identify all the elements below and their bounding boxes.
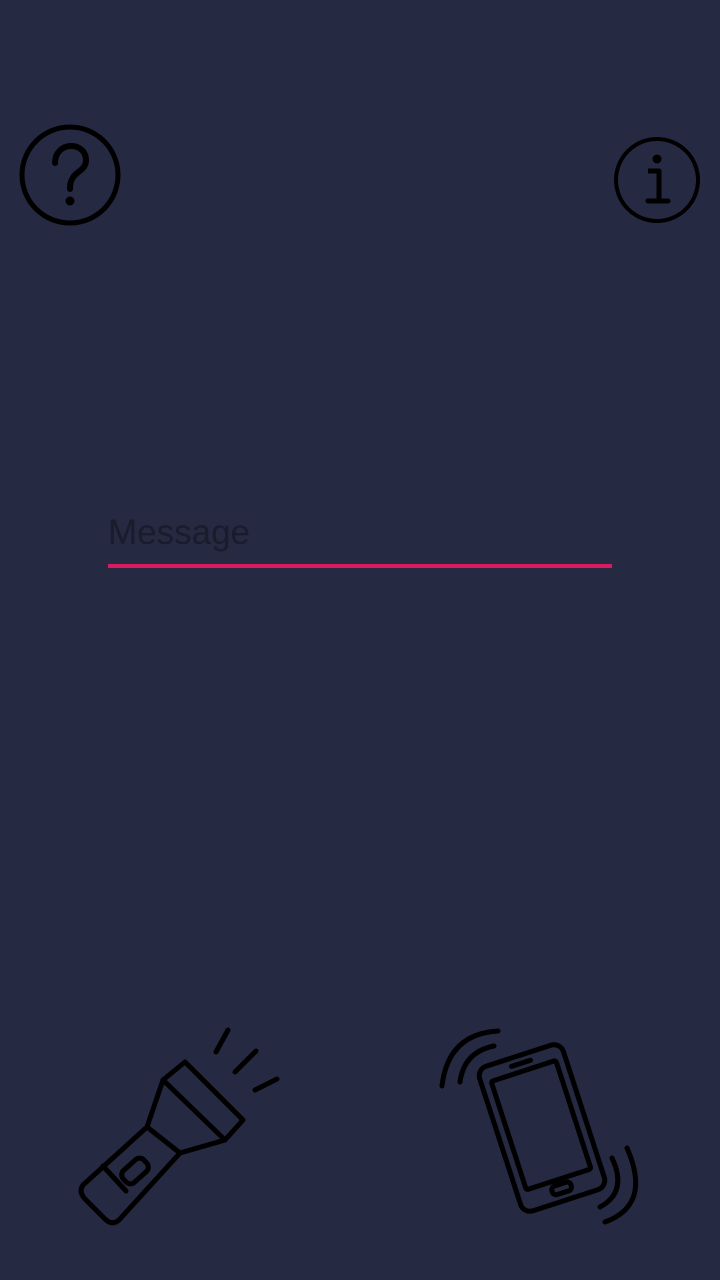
- message-input[interactable]: [108, 512, 612, 568]
- info-circle-icon: [614, 137, 700, 223]
- flashlight-icon: [78, 1027, 280, 1226]
- flashlight-button[interactable]: [70, 1020, 290, 1235]
- vibrating-phone-icon: [439, 1028, 639, 1225]
- info-button[interactable]: [612, 135, 702, 225]
- help-button[interactable]: [18, 123, 122, 227]
- message-field-container: [108, 512, 612, 572]
- vibrate-button[interactable]: [430, 1020, 650, 1235]
- question-circle-icon: [19, 124, 121, 226]
